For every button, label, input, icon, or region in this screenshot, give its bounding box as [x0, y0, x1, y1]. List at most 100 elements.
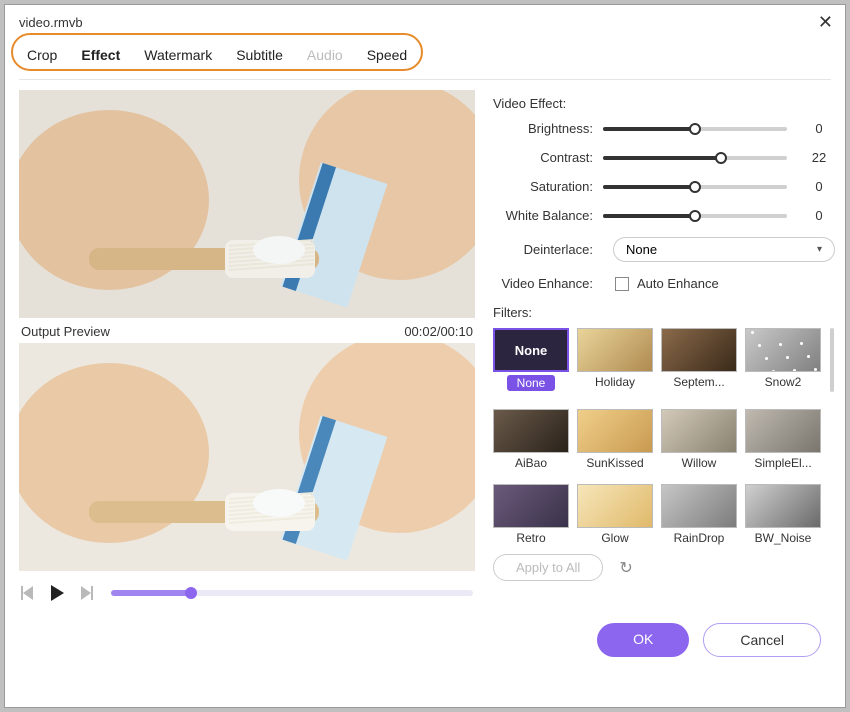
deinterlace-label: Deinterlace: [493, 242, 603, 257]
effects-panel: Video Effect: Brightness: 0 Contrast: 22 Sat… [493, 90, 841, 607]
filter-snow2[interactable]: Snow2 [745, 328, 821, 399]
white_balance-value: 0 [803, 208, 835, 223]
deinterlace-selected: None [626, 242, 657, 257]
filter-willow[interactable]: Willow [661, 409, 737, 473]
deinterlace-dropdown[interactable]: None ▾ [613, 237, 835, 262]
brightness-label: Brightness: [493, 121, 603, 136]
output-preview-label: Output Preview [21, 324, 110, 339]
filters-area: None None Holiday Septem... Snow2 AiBao SunKis… [493, 328, 835, 548]
apply-to-all-button[interactable]: Apply to All [493, 554, 603, 581]
filter-sunkissed-thumb [577, 409, 653, 453]
filters-label: Filters: [493, 305, 835, 320]
filter-holiday-label: Holiday [577, 375, 653, 389]
filter-sunkissed-label: SunKissed [577, 456, 653, 470]
contrast-label: Contrast: [493, 150, 603, 165]
filter-bwnoise-label: BW_Noise [745, 531, 821, 545]
filter-retro[interactable]: Retro [493, 484, 569, 548]
filter-willow-label: Willow [661, 456, 737, 470]
tab-crop[interactable]: Crop [27, 47, 57, 71]
tabs: Crop Effect Watermark Subtitle Audio Speed [19, 43, 831, 80]
chevron-down-icon: ▾ [817, 244, 822, 255]
playback-controls [19, 571, 475, 607]
titlebar: video.rmvb ✕ [5, 5, 845, 37]
timeline-slider[interactable] [111, 590, 473, 596]
filter-snow2-thumb [745, 328, 821, 372]
source-preview-image [19, 90, 475, 318]
body: Output Preview 00:02/00:10 [5, 82, 845, 607]
filter-simpleel-thumb [745, 409, 821, 453]
filter-glow[interactable]: Glow [577, 484, 653, 548]
tab-watermark[interactable]: Watermark [144, 47, 212, 71]
contrast-slider[interactable] [603, 156, 787, 160]
white_balance-label: White Balance: [493, 208, 603, 223]
filter-simpleel[interactable]: SimpleEl... [745, 409, 821, 473]
filter-retro-thumb [493, 484, 569, 528]
filter-glow-label: Glow [577, 531, 653, 545]
editor-window: video.rmvb ✕ Crop Effect Watermark Subtitle… [4, 4, 846, 708]
filter-sunkissed[interactable]: SunKissed [577, 409, 653, 473]
saturation-slider[interactable] [603, 185, 787, 189]
filter-raindrop-label: RainDrop [661, 531, 737, 545]
saturation-label: Saturation: [493, 179, 603, 194]
filter-septem-label: Septem... [661, 375, 737, 389]
timecode: 00:02/00:10 [404, 324, 473, 339]
filter-none-thumb: None [493, 328, 569, 372]
brightness-slider[interactable] [603, 127, 787, 131]
filter-raindrop-thumb [661, 484, 737, 528]
filter-grid: None None Holiday Septem... Snow2 AiBao SunKis… [493, 328, 821, 548]
filter-glow-thumb [577, 484, 653, 528]
apply-row: Apply to All ↻ [493, 554, 835, 581]
brightness-value: 0 [803, 121, 835, 136]
window-title: video.rmvb [19, 15, 83, 30]
filter-none-label: None [507, 375, 556, 391]
tabs-container: Crop Effect Watermark Subtitle Audio Speed [5, 37, 845, 82]
filter-bwnoise-thumb [745, 484, 821, 528]
close-icon[interactable]: ✕ [818, 13, 833, 31]
video-enhance-row: Video Enhance: Auto Enhance [493, 276, 835, 291]
output-preview [19, 343, 475, 571]
play-button[interactable] [49, 585, 65, 601]
cancel-button[interactable]: Cancel [703, 623, 821, 657]
tab-audio: Audio [307, 47, 343, 71]
filter-raindrop[interactable]: RainDrop [661, 484, 737, 548]
filter-scrollbar[interactable] [829, 328, 835, 548]
white_balance-row: White Balance: 0 [493, 208, 835, 223]
output-preview-image [19, 343, 475, 571]
timeline-knob[interactable] [185, 587, 197, 599]
deinterlace-row: Deinterlace: None ▾ [493, 237, 835, 262]
brightness-row: Brightness: 0 [493, 121, 835, 136]
filter-holiday-thumb [577, 328, 653, 372]
next-frame-button[interactable] [77, 586, 93, 600]
filter-bwnoise[interactable]: BW_Noise [745, 484, 821, 548]
preview-column: Output Preview 00:02/00:10 [19, 90, 475, 607]
contrast-value: 22 [803, 150, 835, 165]
filter-holiday[interactable]: Holiday [577, 328, 653, 399]
reset-icon[interactable]: ↻ [619, 558, 632, 578]
white_balance-slider[interactable] [603, 214, 787, 218]
video-enhance-label: Video Enhance: [493, 276, 603, 291]
filter-aibao[interactable]: AiBao [493, 409, 569, 473]
filter-retro-label: Retro [493, 531, 569, 545]
tab-subtitle[interactable]: Subtitle [236, 47, 283, 71]
filter-none[interactable]: None None [493, 328, 569, 399]
filter-willow-thumb [661, 409, 737, 453]
saturation-value: 0 [803, 179, 835, 194]
source-preview [19, 90, 475, 318]
tab-effect[interactable]: Effect [81, 47, 120, 71]
timeline-fill [111, 590, 191, 596]
filter-aibao-label: AiBao [493, 456, 569, 470]
contrast-row: Contrast: 22 [493, 150, 835, 165]
prev-frame-button[interactable] [21, 586, 37, 600]
tab-speed[interactable]: Speed [367, 47, 407, 71]
auto-enhance-checkbox[interactable] [615, 277, 629, 291]
filter-septem-thumb [661, 328, 737, 372]
filter-simpleel-label: SimpleEl... [745, 456, 821, 470]
output-preview-header: Output Preview 00:02/00:10 [19, 318, 475, 343]
filter-aibao-thumb [493, 409, 569, 453]
video-effect-label: Video Effect: [493, 96, 835, 111]
auto-enhance-option-label: Auto Enhance [637, 276, 719, 291]
ok-button[interactable]: OK [597, 623, 689, 657]
saturation-row: Saturation: 0 [493, 179, 835, 194]
filter-septem[interactable]: Septem... [661, 328, 737, 399]
filter-snow2-label: Snow2 [745, 375, 821, 389]
